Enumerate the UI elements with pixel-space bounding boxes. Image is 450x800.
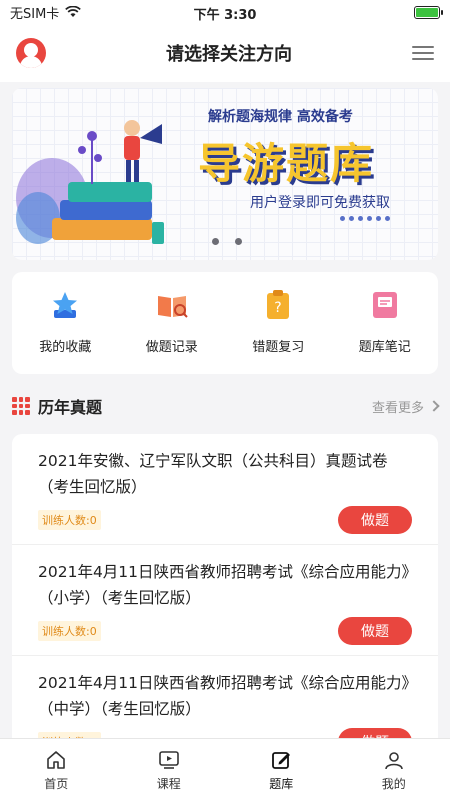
tab-bar: 首页 课程 题库 我的 <box>0 738 450 800</box>
banner-tagline: 用户登录即可免费获取 <box>250 195 390 211</box>
status-bar: 无SIM卡 下午 3:30 <box>0 0 450 24</box>
view-more-link[interactable]: 查看更多 <box>371 397 440 416</box>
exam-list: 2021年安徽、辽宁军队文职（公共科目）真题试卷（考生回忆版） 训练人数:0 做… <box>12 434 438 764</box>
quick-item-records[interactable]: 做题记录 <box>119 272 226 374</box>
tab-courses[interactable]: 课程 <box>113 739 226 800</box>
exam-title: 2021年4月11日陕西省教师招聘考试《综合应用能力》（小学）（考生回忆版） <box>38 563 410 607</box>
quick-item-notes[interactable]: 题库笔记 <box>332 272 439 374</box>
notebook-icon <box>372 292 397 318</box>
banner-title: 导游题库 <box>198 139 375 188</box>
quick-label-review: 错题复习 <box>252 340 305 355</box>
question-note-icon: ? <box>267 290 290 319</box>
video-icon <box>158 751 179 769</box>
tab-profile[interactable]: 我的 <box>338 739 450 800</box>
banner-decoration <box>340 216 390 221</box>
do-exam-button[interactable]: 做题 <box>338 617 412 645</box>
do-exam-button[interactable]: 做题 <box>338 506 412 534</box>
wifi-icon <box>65 6 82 17</box>
tab-label-home: 首页 <box>44 777 69 791</box>
grid-icon <box>12 397 30 415</box>
banner-carousel[interactable]: 解析题海规律 高效备考 导游题库 用户登录即可免费获取 <box>12 88 438 260</box>
svg-text:?: ? <box>275 300 282 316</box>
section-title: 历年真题 <box>38 398 103 417</box>
exam-count: 训练人数:0 <box>38 510 101 530</box>
page-title: 请选择关注方向 <box>166 44 292 65</box>
quick-label-favorites: 我的收藏 <box>39 340 92 355</box>
quick-item-favorites[interactable]: 我的收藏 <box>12 272 119 374</box>
star-badge-icon <box>53 292 78 318</box>
banner-pager <box>212 238 242 245</box>
exam-title: 2021年4月11日陕西省教师招聘考试《综合应用能力》（中学）（考生回忆版） <box>38 674 410 718</box>
chevron-right-icon <box>428 400 440 412</box>
quick-item-review[interactable]: ? 错题复习 <box>225 272 332 374</box>
exam-count: 训练人数:0 <box>38 621 101 641</box>
tab-label-profile: 我的 <box>381 777 406 791</box>
home-icon <box>47 751 66 769</box>
banner-illustration <box>16 120 164 244</box>
section-left: 历年真题 <box>12 394 102 418</box>
open-book-icon <box>157 296 188 318</box>
carrier-label: 无SIM卡 <box>10 6 60 22</box>
section-header: 历年真题 查看更多 <box>12 392 440 420</box>
user-icon <box>384 752 403 770</box>
banner-subtitle: 解析题海规律 高效备考 <box>208 109 353 125</box>
exam-item[interactable]: 2021年安徽、辽宁军队文职（公共科目）真题试卷（考生回忆版） 训练人数:0 做… <box>12 434 438 545</box>
edit-icon <box>272 752 291 769</box>
quick-label-notes: 题库笔记 <box>358 340 411 355</box>
exam-title: 2021年安徽、辽宁军队文职（公共科目）真题试卷（考生回忆版） <box>38 452 388 496</box>
quick-label-records: 做题记录 <box>145 340 198 355</box>
quick-actions: 我的收藏 做题记录 ? 错题复习 题库笔记 <box>12 272 438 374</box>
nav-bar: 请选择关注方向 <box>0 24 450 82</box>
tab-home[interactable]: 首页 <box>0 739 113 800</box>
battery-icon <box>414 5 443 19</box>
view-more-label: 查看更多 <box>371 400 424 416</box>
tab-label-courses: 课程 <box>156 777 181 791</box>
tab-label-question-bank: 题库 <box>269 777 294 791</box>
status-left: 无SIM卡 <box>10 3 82 22</box>
menu-icon[interactable] <box>412 46 434 60</box>
tab-question-bank[interactable]: 题库 <box>225 739 338 800</box>
exam-item[interactable]: 2021年4月11日陕西省教师招聘考试《综合应用能力》（小学）（考生回忆版） 训… <box>12 545 438 656</box>
avatar[interactable] <box>16 38 46 68</box>
